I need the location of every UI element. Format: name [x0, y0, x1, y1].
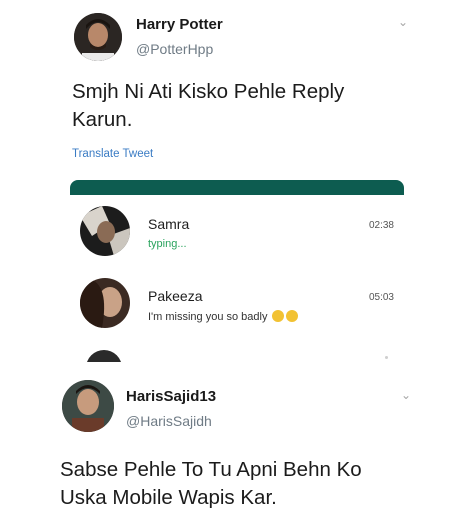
crying-laughing-emoji-icon: [270, 310, 299, 323]
tweet-haris-sajid: HarisSajid13 @HarisSajidh ⌄ Sabse Pehle …: [0, 370, 450, 520]
chat-header-bar: [70, 180, 404, 195]
embedded-chat-screenshot: Samra typing... 02:38 Pakeeza I'm missin…: [70, 180, 404, 362]
avatar[interactable]: [74, 13, 122, 61]
translate-tweet-link[interactable]: Translate Tweet: [72, 148, 153, 160]
author-name[interactable]: HarisSajid13: [126, 388, 216, 405]
message-time: 05:03: [368, 292, 394, 303]
avatar[interactable]: [62, 380, 114, 432]
avatar: [86, 350, 122, 362]
message-time: 02:38: [368, 220, 394, 231]
avatar: [80, 206, 130, 256]
scroll-dot: [385, 356, 388, 359]
tweet-text-line-1: Sabse Pehle To Tu Apni Behn Ko: [60, 458, 362, 481]
avatar: [80, 278, 130, 328]
contact-name: Pakeeza: [148, 288, 203, 304]
chat-row-samra: Samra typing... 02:38: [70, 202, 404, 266]
author-handle[interactable]: @HarisSajidh: [126, 413, 212, 429]
typing-indicator: typing...: [148, 238, 187, 250]
tweet-harry-potter: Harry Potter @PotterHpp ⌄ Smjh Ni Ati Ki…: [0, 0, 450, 175]
tweet-text-line-1: Smjh Ni Ati Kisko Pehle Reply: [72, 80, 345, 103]
chat-row-pakeeza: Pakeeza I'm missing you so badly 05:03: [70, 276, 404, 340]
author-handle[interactable]: @PotterHpp: [136, 41, 213, 57]
tweet-text-line-2: Karun.: [72, 108, 133, 131]
tweet-text-line-2: Uska Mobile Wapis Kar.: [60, 486, 277, 509]
author-name[interactable]: Harry Potter: [136, 16, 223, 33]
last-message-preview: I'm missing you so badly: [148, 310, 299, 323]
chevron-down-icon[interactable]: ⌄: [398, 15, 408, 29]
last-message-text: I'm missing you so badly: [148, 311, 268, 323]
contact-name: Samra: [148, 216, 190, 232]
chevron-down-icon[interactable]: ⌄: [401, 388, 411, 402]
